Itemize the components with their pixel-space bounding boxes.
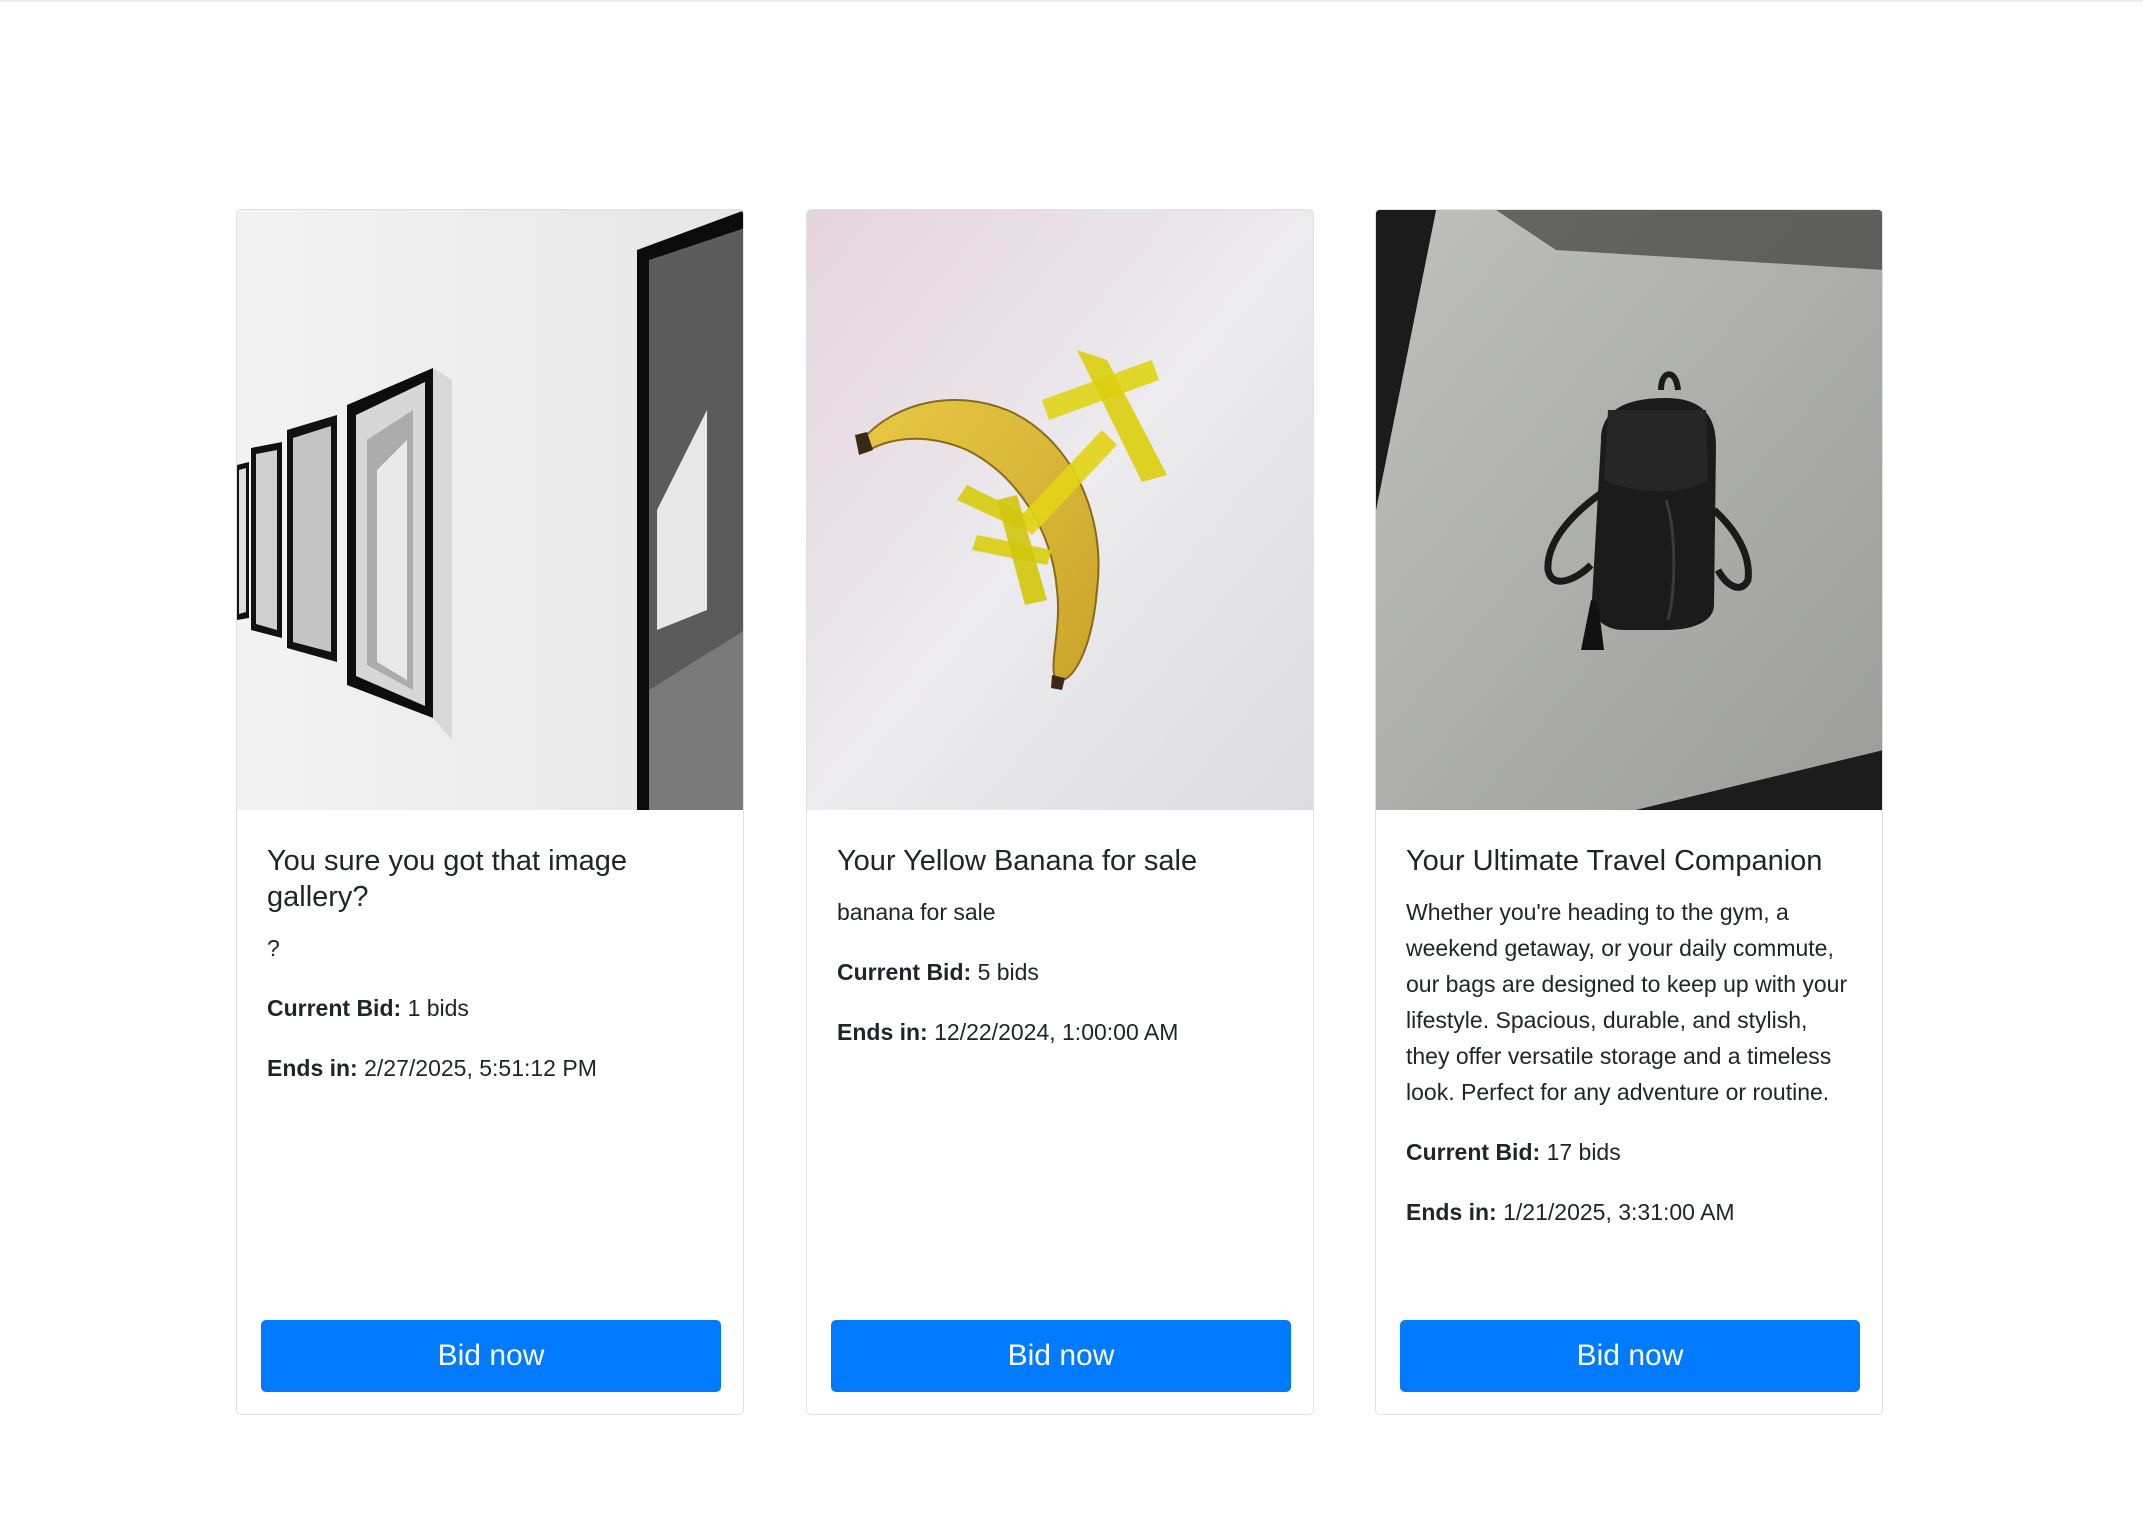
ends-in-label: Ends in:: [837, 1019, 928, 1045]
current-bid-label: Current Bid:: [1406, 1139, 1541, 1165]
card-image-gallery: [237, 210, 743, 810]
ends-in: Ends in: 12/22/2024, 1:00:00 AM: [837, 1014, 1287, 1050]
bid-now-button[interactable]: Bid now: [831, 1320, 1291, 1392]
card-description: banana for sale: [837, 899, 996, 925]
current-bid-label: Current Bid:: [837, 959, 972, 985]
current-bid: Current Bid: 17 bids: [1406, 1134, 1856, 1170]
ends-in: Ends in: 1/21/2025, 3:31:00 AM: [1406, 1194, 1856, 1230]
current-bid-value: 5 bids: [977, 959, 1039, 985]
ends-in-value: 1/21/2025, 3:31:00 AM: [1503, 1199, 1735, 1225]
card-description: ?: [267, 935, 280, 961]
bid-now-button[interactable]: Bid now: [261, 1320, 721, 1392]
current-bid-value: 17 bids: [1546, 1139, 1621, 1165]
card-title: Your Ultimate Travel Companion: [1406, 845, 1823, 877]
card-title: Your Yellow Banana for sale: [837, 845, 1198, 877]
current-bid: Current Bid: 1 bids: [267, 990, 717, 1026]
ends-in-value: 12/22/2024, 1:00:00 AM: [934, 1019, 1179, 1045]
auction-card: Your Ultimate Travel Companion Whether y…: [1375, 209, 1883, 1415]
bid-now-button[interactable]: Bid now: [1400, 1320, 1860, 1392]
current-bid-label: Current Bid:: [267, 995, 402, 1021]
current-bid: Current Bid: 5 bids: [837, 954, 1287, 990]
ends-in-label: Ends in:: [267, 1055, 358, 1081]
ends-in: Ends in: 2/27/2025, 5:51:12 PM: [267, 1050, 717, 1086]
card-image-banana: [807, 210, 1313, 810]
ends-in-value: 2/27/2025, 5:51:12 PM: [364, 1055, 597, 1081]
auction-card: Your Yellow Banana for sale banana for s…: [806, 209, 1314, 1415]
auction-card: You sure you got that image gallery? ? C…: [236, 209, 744, 1415]
card-image-backpack: [1376, 210, 1882, 810]
card-title: You sure you got that image gallery?: [267, 845, 628, 913]
ends-in-label: Ends in:: [1406, 1199, 1497, 1225]
top-divider: [0, 0, 2143, 2]
current-bid-value: 1 bids: [407, 995, 469, 1021]
card-description: Whether you're heading to the gym, a wee…: [1406, 899, 1848, 1105]
